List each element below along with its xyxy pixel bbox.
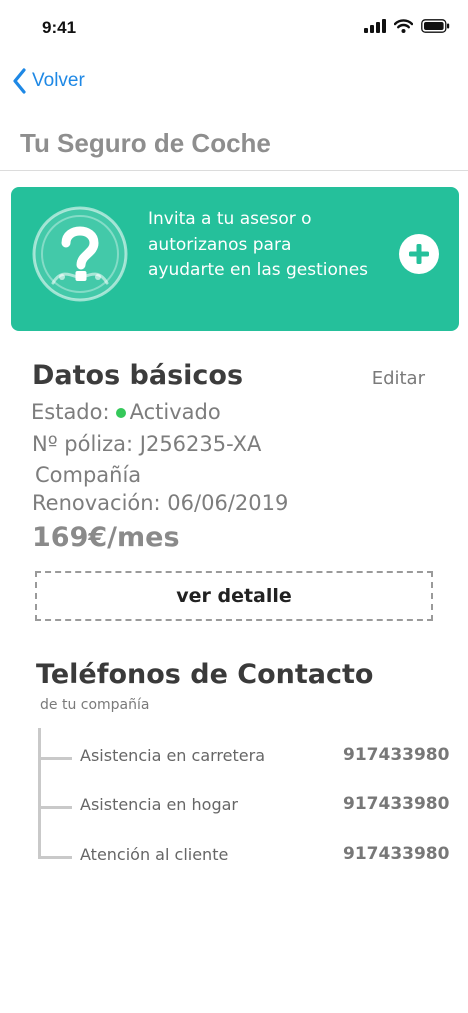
cellular-signal-icon [364,19,386,33]
add-advisor-button[interactable] [399,234,439,274]
plus-icon [409,244,429,264]
status-bar: 9:41 [0,0,468,58]
policy-number: Nº póliza: J256235-XA [32,432,262,456]
contacts-subtitle: de tu compañía [40,697,150,713]
renewal-date: Renovación: 06/06/2019 [32,491,289,515]
contacts-title: Teléfonos de Contacto [36,659,374,690]
contact-phone-home[interactable]: 917433980 [343,794,449,814]
invite-line: autorizanos para [148,234,292,255]
edit-button[interactable]: Editar [372,368,425,389]
status-icons [364,19,450,33]
invite-message: Invita a tu asesor o autorizanos para ay… [148,207,398,284]
battery-icon [421,19,450,33]
status-value: Activado [129,400,221,424]
wifi-icon [394,19,413,33]
view-detail-button[interactable]: ver detalle [35,571,433,621]
invite-advisor-banner[interactable]: Invita a tu asesor o autorizanos para ay… [11,187,459,331]
chevron-left-icon [13,68,26,94]
contact-label-home: Asistencia en hogar [80,795,238,814]
tree-line [38,728,41,859]
question-help-icon [32,206,128,302]
status-time: 9:41 [42,18,77,37]
contact-label-customer-service: Atención al cliente [80,845,229,864]
tree-branch [38,856,72,859]
monthly-price: 169€/mes [32,522,180,553]
tree-branch [38,757,72,760]
tree-branch [38,806,72,809]
status-label: Estado: [31,400,110,424]
invite-line: ayudarte en las gestiones [148,260,369,280]
insurance-company: Compañía [35,463,142,487]
invite-line: Invita a tu asesor o [148,209,312,229]
back-button[interactable]: Volver [12,68,85,94]
status-indicator [115,407,126,418]
title-divider [0,170,468,171]
contact-label-roadside: Asistencia en carretera [80,746,265,765]
policy-status: Estado: Activado [31,400,221,424]
contact-phone-roadside[interactable]: 917433980 [343,745,449,765]
back-label: Volver [32,70,85,91]
page-title: Tu Seguro de Coche [20,128,271,158]
contact-phone-customer-service[interactable]: 917433980 [343,844,449,864]
basic-data-title: Datos básicos [32,360,244,391]
